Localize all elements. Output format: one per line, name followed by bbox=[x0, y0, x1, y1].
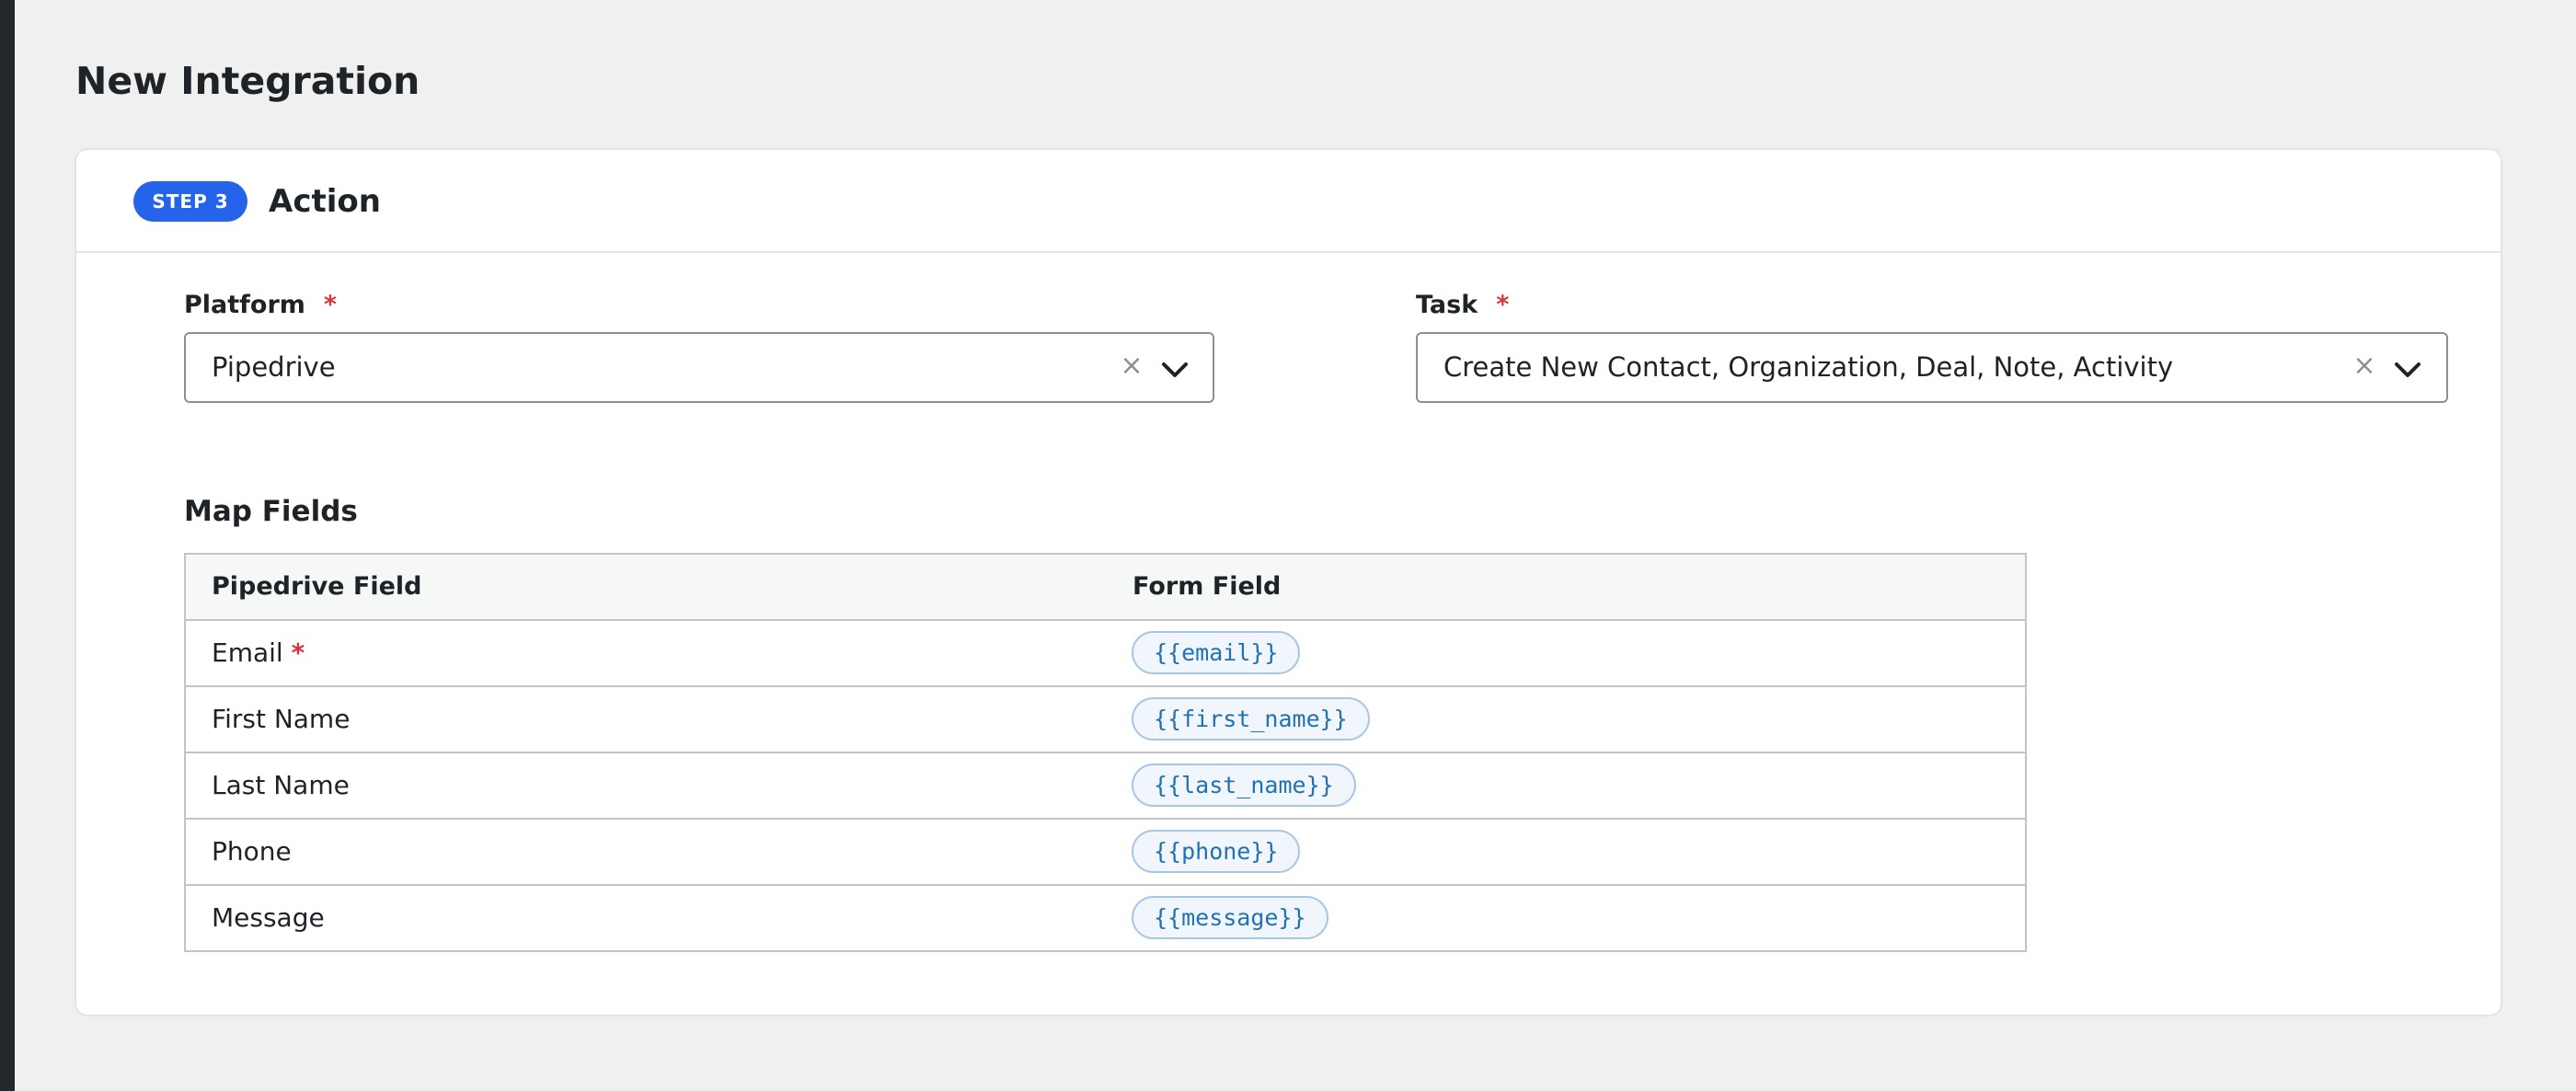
platform-label: Platform * bbox=[184, 289, 337, 322]
pipedrive-field-name: Email * bbox=[212, 621, 305, 685]
step-header: STEP 3 Action bbox=[76, 150, 2501, 253]
map-fields-title: Map Fields bbox=[184, 495, 358, 528]
table-header-row: Pipedrive Field Form Field bbox=[186, 555, 2025, 619]
table-row: Phone {{phone}} bbox=[186, 818, 2025, 884]
required-mark: * bbox=[291, 637, 305, 668]
pipedrive-field-name: First Name bbox=[212, 704, 351, 734]
task-label-text: Task bbox=[1416, 291, 1478, 319]
table-row: Last Name {{last_name}} bbox=[186, 752, 2025, 818]
pipedrive-field-name: Message bbox=[212, 902, 325, 933]
platform-select-value: Pipedrive bbox=[212, 351, 336, 383]
form-field-token[interactable]: {{message}} bbox=[1132, 896, 1328, 939]
required-mark: * bbox=[323, 291, 338, 319]
step-badge: STEP 3 bbox=[133, 181, 247, 222]
task-label: Task * bbox=[1416, 289, 1509, 322]
step-card: STEP 3 Action Platform * Pipedrive × Task… bbox=[75, 148, 2502, 1016]
table-row: First Name {{first_name}} bbox=[186, 685, 2025, 752]
page-title: New Integration bbox=[75, 59, 420, 103]
step-title: Action bbox=[269, 183, 381, 220]
table-row: Message {{message}} bbox=[186, 884, 2025, 950]
form-field-token[interactable]: {{first_name}} bbox=[1132, 697, 1370, 741]
task-select[interactable]: Create New Contact, Organization, Deal, … bbox=[1416, 332, 2448, 403]
platform-select[interactable]: Pipedrive × bbox=[184, 332, 1214, 403]
pipedrive-field-name: Phone bbox=[212, 836, 292, 867]
platform-label-text: Platform bbox=[184, 291, 305, 319]
column-header-form-field: Form Field bbox=[1133, 572, 1282, 601]
field-name-text: Email bbox=[212, 637, 283, 668]
chevron-down-icon[interactable] bbox=[2392, 356, 2423, 382]
chevron-down-icon[interactable] bbox=[1159, 356, 1190, 382]
task-select-value: Create New Contact, Organization, Deal, … bbox=[1443, 351, 2174, 383]
table-row: Email * {{email}} bbox=[186, 619, 2025, 685]
pipedrive-field-name: Last Name bbox=[212, 770, 350, 800]
form-field-token[interactable]: {{email}} bbox=[1132, 631, 1301, 674]
close-icon[interactable]: × bbox=[1118, 352, 1145, 380]
form-field-token[interactable]: {{last_name}} bbox=[1132, 764, 1356, 807]
map-fields-table: Pipedrive Field Form Field Email * {{ema… bbox=[184, 553, 2027, 952]
form-field-token[interactable]: {{phone}} bbox=[1132, 830, 1301, 873]
admin-sidebar-edge bbox=[0, 0, 15, 1091]
required-mark: * bbox=[1496, 291, 1510, 319]
column-header-pipedrive-field: Pipedrive Field bbox=[212, 572, 422, 601]
close-icon[interactable]: × bbox=[2351, 352, 2378, 380]
